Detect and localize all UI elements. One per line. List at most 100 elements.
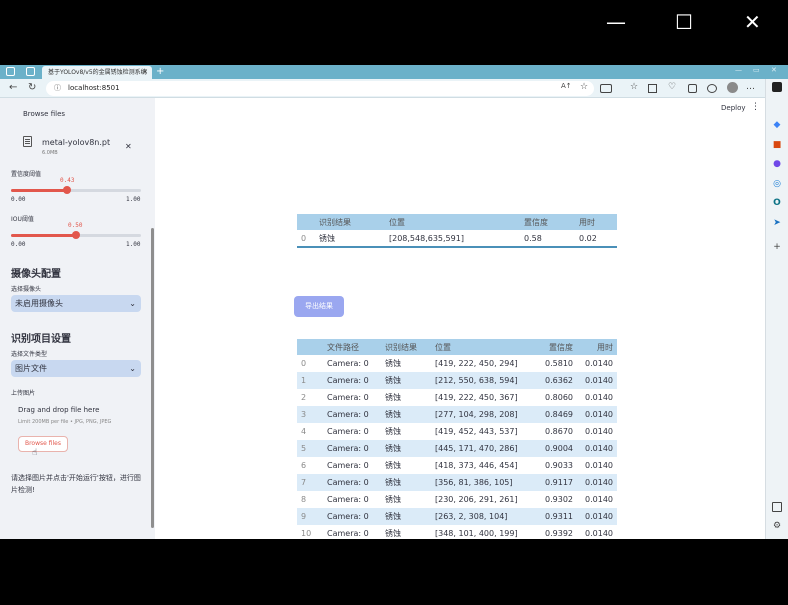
- row-position: [348, 101, 400, 199]: [435, 529, 518, 538]
- address-bar: ← ↻ ⓘ localhost:8501 A↑ ☆ ☆ ♡ …: [0, 79, 788, 98]
- deploy-button[interactable]: Deploy: [721, 104, 746, 112]
- table-row: 0 Camera: 0 锈蚀 [419, 222, 450, 294] 0.5810 0.…: [297, 355, 617, 372]
- close-window-button[interactable]: ✕: [744, 12, 761, 32]
- row-class: 锈蚀: [381, 508, 431, 525]
- table-row: 7 Camera: 0 锈蚀 [356, 81, 386, 105] 0.9117 0.0…: [297, 474, 617, 491]
- row-confidence: 0.9117: [531, 474, 577, 491]
- remove-file-icon[interactable]: ✕: [125, 142, 132, 151]
- browser-essentials-icon[interactable]: ♡: [668, 82, 676, 92]
- table-row: 10 Camera: 0 锈蚀 [348, 101, 400, 199] 0.9392 0…: [297, 525, 617, 539]
- row-index: 0: [301, 233, 307, 243]
- row-class: 锈蚀: [385, 359, 401, 368]
- row-path: Camera: 0: [323, 406, 381, 423]
- new-tab-button[interactable]: +: [156, 65, 164, 79]
- sidebar-scrollbar[interactable]: [151, 228, 154, 528]
- row-path: Camera: 0: [327, 529, 369, 538]
- upload-limit-text: Limit 200MB per file • JPG, PNG, JPEG: [18, 419, 112, 425]
- uploaded-file-name: metal-yolov8n.pt: [42, 138, 111, 147]
- detail-col-position: 位置: [431, 339, 531, 355]
- camera-section-title: 摄像头配置: [11, 269, 61, 280]
- browser-minimize-icon[interactable]: —: [735, 66, 742, 74]
- back-icon[interactable]: ←: [9, 82, 17, 94]
- browser-maximize-icon[interactable]: ▭: [753, 66, 760, 74]
- conf-slider-thumb[interactable]: [62, 186, 71, 194]
- drag-drop-text: Drag and drop file here: [18, 406, 100, 414]
- table-row: 9 Camera: 0 锈蚀 [263, 2, 308, 104] 0.9311 0.01…: [297, 508, 617, 525]
- collections-icon[interactable]: [648, 84, 657, 93]
- avatar[interactable]: [727, 82, 738, 93]
- extensions-icon[interactable]: [688, 84, 697, 93]
- row-class: 锈蚀: [381, 372, 431, 389]
- upload-dropzone[interactable]: Drag and drop file here Limit 200MB per …: [11, 398, 141, 463]
- row-index: 4: [301, 427, 307, 436]
- tab-actions-icon[interactable]: [26, 67, 35, 76]
- table-row: 8 Camera: 0 锈蚀 [230, 206, 291, 261] 0.9302 0.…: [297, 491, 617, 508]
- tab-close-icon[interactable]: ✕: [142, 66, 148, 79]
- row-position: [445, 171, 470, 286]: [431, 440, 531, 457]
- detail-col-time: 用时: [577, 339, 617, 355]
- copilot-sidebar-icon[interactable]: [772, 82, 782, 92]
- favorite-star-icon[interactable]: ☆: [580, 82, 588, 92]
- row-time: 0.0140: [585, 393, 613, 402]
- maximize-button[interactable]: ☐: [675, 12, 693, 32]
- add-sidebar-icon[interactable]: +: [772, 242, 782, 252]
- settings-more-icon[interactable]: …: [746, 82, 755, 92]
- row-index: 0: [301, 359, 307, 368]
- row-time: 0.0140: [585, 427, 613, 436]
- tag-icon[interactable]: ◆: [772, 120, 782, 130]
- tab-streamlit-app[interactable]: 基于YOLOv8/v5的金属锈蚀检测系统 ✕: [42, 66, 152, 79]
- favorites-icon[interactable]: ☆: [630, 82, 638, 92]
- result-col-index: [297, 214, 315, 230]
- row-time: 0.0140: [577, 474, 617, 491]
- browser-close-icon[interactable]: ✕: [771, 66, 777, 74]
- minimize-button[interactable]: —: [606, 12, 626, 32]
- sidebar-settings-icon[interactable]: ⚙: [772, 521, 782, 531]
- row-confidence: 0.8469: [531, 406, 577, 423]
- table-row: 5 Camera: 0 锈蚀 [445, 171, 470, 286] 0.9004 0.…: [297, 440, 617, 457]
- conf-slider[interactable]: [11, 186, 141, 194]
- detail-col-index: [297, 339, 323, 355]
- row-class: 锈蚀: [381, 474, 431, 491]
- uploaded-file-size: 6.0MB: [42, 150, 58, 156]
- edge-sidebar: ◆ ■ ● ◎ O ➤ + ⚙: [765, 79, 788, 539]
- row-position: [356, 81, 386, 105]: [431, 474, 531, 491]
- export-results-button[interactable]: 导出结果: [294, 296, 344, 317]
- split-screen-icon[interactable]: [600, 84, 612, 93]
- row-path: Camera: 0: [323, 508, 381, 525]
- url-input[interactable]: ⓘ localhost:8501: [46, 81, 594, 96]
- read-aloud-icon[interactable]: A↑: [561, 82, 572, 90]
- result-table: 识别结果 位置 置信度 用时 0 锈蚀 [208,548,635,591] 0.…: [297, 214, 617, 248]
- refresh-icon[interactable]: ↻: [28, 82, 36, 94]
- site-info-icon[interactable]: ⓘ: [54, 81, 61, 96]
- copilot-icon[interactable]: [707, 84, 717, 93]
- filetype-select[interactable]: 图片文件 ⌄: [11, 360, 141, 377]
- conf-slider-value: 0.43: [60, 177, 75, 184]
- iou-slider-thumb[interactable]: [72, 231, 80, 239]
- table-row: 3 Camera: 0 锈蚀 [277, 104, 298, 208] 0.8469 0.…: [297, 406, 617, 423]
- games-icon[interactable]: ◎: [772, 179, 782, 189]
- row-position: [418, 373, 446, 454]: [435, 461, 518, 470]
- outlook-icon[interactable]: O: [772, 198, 782, 208]
- workspaces-icon[interactable]: [6, 67, 15, 76]
- main-menu-icon[interactable]: ⋮: [751, 102, 760, 112]
- iou-slider[interactable]: [11, 231, 141, 239]
- camera-select[interactable]: 未启用摄像头 ⌄: [11, 295, 141, 312]
- detail-table-header: 文件路径 识别结果 位置 置信度 用时: [297, 339, 617, 355]
- row-index: 7: [297, 474, 323, 491]
- row-index: 9: [297, 508, 323, 525]
- row-time: 0.0140: [585, 495, 613, 504]
- row-index: 3: [297, 406, 323, 423]
- hide-sidebar-icon[interactable]: [772, 502, 782, 512]
- row-path: Camera: 0: [327, 461, 369, 470]
- toolbox-icon[interactable]: ■: [772, 140, 782, 150]
- chevron-down-icon: ⌄: [129, 364, 136, 373]
- row-confidence: 0.9392: [545, 529, 573, 538]
- main-content: Deploy ⋮ 识别结果 位置 置信度 用时 0 锈蚀 [208,548,63…: [155, 98, 765, 539]
- conf-slider-label: 置信度阈值: [11, 171, 42, 178]
- people-icon[interactable]: ●: [772, 159, 782, 169]
- send-icon[interactable]: ➤: [772, 218, 782, 228]
- browse-files-button[interactable]: Browse files: [18, 436, 68, 452]
- row-confidence: 0.58: [524, 233, 542, 243]
- browse-files-link-top[interactable]: Browse files: [23, 110, 65, 118]
- detail-table: 文件路径 识别结果 位置 置信度 用时 0 Camera: 0 锈蚀 [419, 22…: [297, 339, 617, 539]
